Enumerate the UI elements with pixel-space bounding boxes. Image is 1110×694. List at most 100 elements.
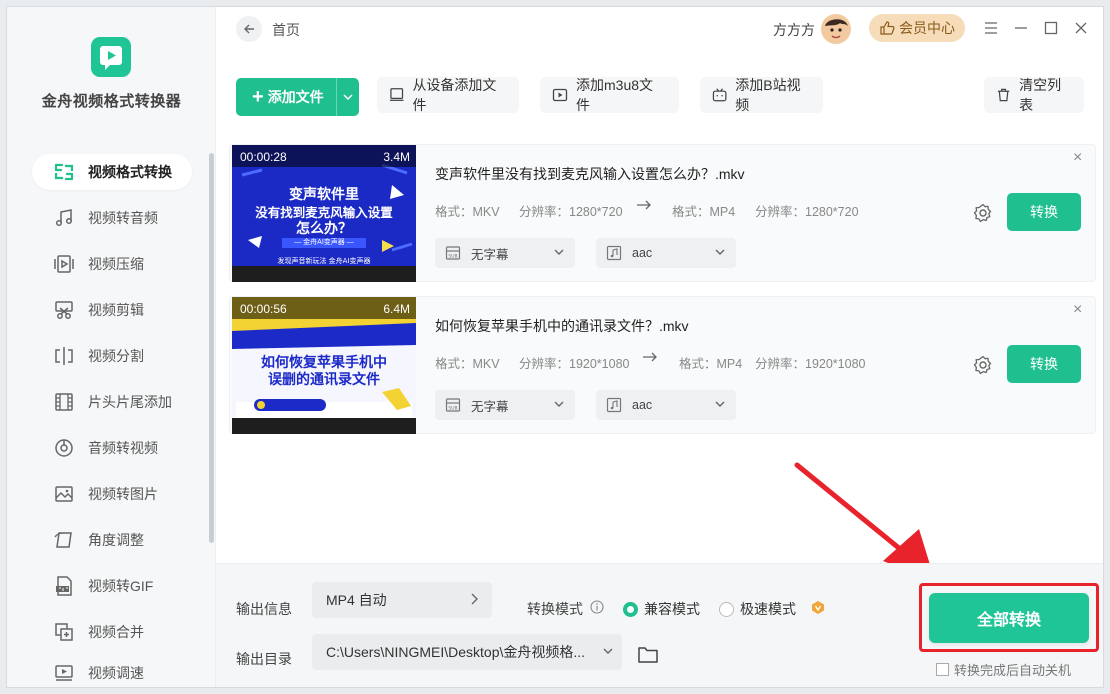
remove-file-icon[interactable]: ×	[1073, 301, 1082, 319]
sidebar-item-video-merge[interactable]: 视频合并	[32, 614, 192, 650]
file-size: 3.4M	[383, 150, 410, 164]
maximize-icon[interactable]	[1040, 17, 1062, 39]
file-size: 6.4M	[383, 302, 410, 316]
thumbnail-text: 如何恢复苹果手机中	[261, 355, 387, 371]
thumbnail-footer	[232, 418, 416, 434]
sidebar-item-video-split[interactable]: 视频分割	[32, 338, 192, 374]
radio-checked	[623, 601, 638, 617]
sidebar-item-label: 视频格式转换	[88, 164, 172, 180]
vip-center-button[interactable]: 会员中心	[869, 14, 965, 42]
subtitle-icon: SUB	[445, 397, 461, 413]
convert-icon	[50, 161, 78, 183]
subtitle-value: 无字幕	[471, 247, 509, 262]
sidebar-item-video-to-image[interactable]: 视频转图片	[32, 476, 192, 512]
thumbnail-text: 没有找到麦克风输入设置	[255, 205, 393, 220]
duration: 00:00:28	[240, 150, 287, 164]
arrow-left-icon	[244, 24, 254, 34]
add-file-dropdown[interactable]	[336, 78, 359, 116]
convert-button[interactable]: 转换	[1007, 345, 1081, 383]
sidebar-item-label: 视频转音频	[88, 210, 158, 226]
chevron-down-icon	[554, 401, 564, 407]
rotate-icon	[50, 529, 78, 551]
disc-icon	[50, 437, 78, 459]
sidebar-item-label: 片头片尾添加	[88, 394, 172, 410]
duration: 00:00:56	[240, 302, 287, 316]
target-format: 格式：MP4	[679, 357, 743, 371]
sidebar-item-label: 视频合并	[88, 624, 144, 640]
video-thumbnail[interactable]: 00:00:56 6.4M 如何恢复苹果手机中 误删的通讯录文件	[232, 297, 416, 434]
add-from-device-button[interactable]: 从设备添加文件	[377, 77, 519, 113]
plus-icon: +	[252, 85, 264, 108]
subtitle-select[interactable]: SUB 无字幕	[435, 390, 575, 420]
sidebar-item-video-to-gif[interactable]: 视频转GIF	[32, 568, 192, 604]
file-name: 如何恢复苹果手机中的通讯录文件？.mkv	[435, 318, 689, 334]
chevron-down-icon	[343, 94, 353, 100]
vip-badge-icon	[812, 601, 824, 614]
audio-select[interactable]: aac	[596, 390, 736, 420]
output-dir-label: 输出目录	[236, 651, 292, 667]
sidebar-item-label: 视频转GIF	[88, 578, 154, 594]
chevron-down-icon	[603, 648, 613, 654]
add-file-button[interactable]: + 添加文件	[236, 78, 359, 116]
source-format: 格式：MKV	[435, 357, 500, 371]
output-dir-select[interactable]: C:\Users\NINGMEI\Desktop\金舟视频格...	[312, 634, 622, 670]
output-dir-value: C:\Users\NINGMEI\Desktop\金舟视频格...	[326, 644, 586, 660]
checkbox-unchecked	[936, 663, 949, 676]
thumbnail-text: 怎么办？	[296, 221, 352, 237]
thumbnail-tag: — 金舟AI变声器 —	[282, 238, 366, 248]
subtitle-select[interactable]: SUB 无字幕	[435, 238, 575, 268]
auto-shutdown-label: 转换完成后自动关机	[954, 663, 1072, 678]
close-icon[interactable]	[1070, 17, 1092, 39]
sidebar-item-label: 角度调整	[88, 532, 144, 548]
info-icon[interactable]	[590, 600, 604, 614]
sidebar-item-intro-outro[interactable]: 片头片尾添加	[32, 384, 192, 420]
auto-shutdown-checkbox[interactable]: 转换完成后自动关机	[936, 660, 1071, 679]
sidebar-item-label: 视频分割	[88, 348, 144, 364]
remove-file-icon[interactable]: ×	[1073, 149, 1082, 167]
speed-icon	[50, 662, 78, 684]
mode-compat-radio[interactable]: 兼容模式	[623, 599, 700, 619]
chevron-down-icon	[715, 401, 725, 407]
chevron-down-icon	[715, 249, 725, 255]
avatar[interactable]	[821, 14, 851, 44]
add-bilibili-button[interactable]: 添加B站视频	[700, 77, 823, 113]
username[interactable]: 方方方	[773, 20, 815, 40]
breadcrumb[interactable]: 首页	[272, 20, 300, 40]
folder-icon[interactable]	[637, 645, 659, 665]
settings-gear-icon[interactable]	[973, 355, 993, 375]
sidebar-scrollbar[interactable]	[209, 153, 214, 543]
sidebar-item-label: 视频剪辑	[88, 302, 144, 318]
compress-icon	[50, 253, 78, 275]
menu-icon[interactable]	[980, 17, 1002, 39]
clear-list-button[interactable]: 清空列表	[984, 77, 1084, 113]
thumbnail-footer	[232, 266, 416, 282]
highlight-box	[919, 583, 1099, 652]
sidebar-item-video-compress[interactable]: 视频压缩	[32, 246, 192, 282]
chevron-down-icon	[554, 249, 564, 255]
settings-gear-icon[interactable]	[973, 203, 993, 223]
sidebar-item-label: 视频调速	[88, 665, 144, 681]
source-resolution: 分辨率：1280*720	[519, 205, 623, 219]
source-format: 格式：MKV	[435, 205, 500, 219]
audio-select[interactable]: aac	[596, 238, 736, 268]
sidebar-item-video-speed[interactable]: 视频调速	[32, 660, 192, 686]
sidebar-item-angle-adjust[interactable]: 角度调整	[32, 522, 192, 558]
minimize-icon[interactable]	[1010, 17, 1032, 39]
sidebar-item-video-format-convert[interactable]: 视频格式转换	[32, 154, 192, 190]
convert-button[interactable]: 转换	[1007, 193, 1081, 231]
add-m3u8-button[interactable]: 添加m3u8文件	[540, 77, 679, 113]
device-icon	[389, 88, 404, 101]
output-format-value: MP4 自动	[326, 592, 387, 608]
output-format-select[interactable]: MP4 自动	[312, 582, 492, 618]
mode-fast-radio[interactable]: 极速模式	[719, 599, 796, 619]
sidebar-item-video-to-audio[interactable]: 视频转音频	[32, 200, 192, 236]
sidebar-item-audio-to-video[interactable]: 音频转视频	[32, 430, 192, 466]
video-thumbnail[interactable]: 发现声音新玩法 金舟AI变声器 00:00:28 3.4M 变声软件里 没有找到…	[232, 145, 416, 282]
sidebar-item-video-edit[interactable]: 视频剪辑	[32, 292, 192, 328]
subtitle-value: 无字幕	[471, 399, 509, 414]
subtitle-icon: SUB	[445, 245, 461, 261]
back-button[interactable]	[236, 16, 262, 42]
radio-unchecked	[719, 601, 734, 617]
thumbnail-text: 变声软件里	[289, 187, 359, 203]
sidebar-item-label: 视频压缩	[88, 256, 144, 272]
